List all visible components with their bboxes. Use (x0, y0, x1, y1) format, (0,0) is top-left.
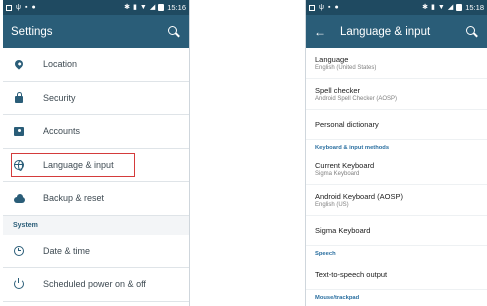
wifi-icon: ▼ (139, 4, 147, 11)
settings-item-accounts[interactable]: Accounts (3, 115, 189, 149)
signal-icon: ◢ (447, 4, 454, 11)
pref-item-language[interactable]: Language English (United States) (306, 48, 487, 79)
pref-item-android-keyboard[interactable]: Android Keyboard (AOSP) English (US) (306, 185, 487, 216)
settings-item-backup-reset[interactable]: Backup & reset (3, 182, 189, 216)
notification-icon (309, 4, 315, 11)
app-bar: ← Language & input (306, 15, 487, 48)
battery-icon (456, 4, 463, 11)
settings-item-label: Date & time (43, 245, 91, 256)
pref-item-personal-dictionary[interactable]: Personal dictionary (306, 110, 487, 140)
back-arrow-icon[interactable]: ← (314, 25, 326, 39)
usb-icon: ψ (16, 4, 21, 11)
page-title: Language & input (340, 25, 431, 38)
pref-title: Current Keyboard (315, 161, 375, 170)
signal-icon: ◢ (149, 4, 156, 11)
location-icon (13, 58, 25, 70)
pref-title: Android Keyboard (AOSP) (315, 192, 403, 201)
accounts-icon (13, 125, 25, 137)
pref-item-spell-checker[interactable]: Spell checker Android Spell Checker (AOS… (306, 79, 487, 110)
highlight-box (11, 152, 135, 177)
cloud-icon (13, 192, 25, 204)
vibrate-icon: ▮ (133, 4, 137, 11)
section-header-mouse: Mouse/trackpad (315, 295, 360, 301)
pref-subtitle: English (United States) (315, 65, 377, 71)
status-bar: ψ ▪ ● ✱ ▮ ▼ ◢ 15:16 (3, 0, 189, 15)
app-bar: Settings (3, 15, 189, 48)
clock-icon (13, 245, 25, 257)
lock-notification-icon: ▪ (25, 4, 28, 11)
battery-icon (158, 4, 165, 11)
section-header-speech: Speech (315, 251, 336, 257)
settings-item-label: Accounts (43, 126, 81, 137)
status-bar: ψ ▪ ● ✱ ▮ ▼ ◢ 15:18 (306, 0, 487, 15)
status-time: 15:16 (167, 3, 186, 12)
language-input-screen: ψ ▪ ● ✱ ▮ ▼ ◢ 15:18 ← Language & input L… (305, 0, 487, 306)
settings-item-language-input[interactable]: Language & input (3, 149, 189, 182)
pref-subtitle: Android Spell Checker (AOSP) (315, 96, 398, 102)
settings-item-scheduled-power[interactable]: Scheduled power on & off (3, 268, 189, 302)
bluetooth-icon: ✱ (422, 4, 429, 11)
notification-icon (6, 4, 12, 11)
bluetooth-icon: ✱ (124, 4, 131, 11)
settings-screen: ψ ▪ ● ✱ ▮ ▼ ◢ 15:16 Settings Location Se… (3, 0, 190, 306)
lock-notification-icon: ▪ (328, 4, 331, 11)
pref-title: Spell checker (315, 86, 361, 95)
usb-icon: ψ (319, 4, 324, 11)
pin-notification-icon: ● (334, 4, 339, 11)
pref-title: Personal dictionary (315, 120, 379, 129)
pref-item-sigma-keyboard[interactable]: Sigma Keyboard (306, 216, 487, 246)
settings-item-label: Scheduled power on & off (43, 279, 146, 290)
pref-title: Language (315, 55, 349, 64)
pref-title: Sigma Keyboard (315, 226, 371, 235)
section-header-keyboard: Keyboard & input methods (315, 145, 390, 151)
settings-item-label: Backup & reset (43, 193, 105, 204)
section-header-system: System (3, 215, 189, 235)
settings-item-label: Location (43, 59, 78, 70)
pref-subtitle: Sigma Keyboard (315, 171, 360, 177)
settings-item-security[interactable]: Security (3, 82, 189, 115)
power-icon (13, 278, 25, 290)
settings-item-label: Security (43, 92, 76, 103)
pref-item-current-keyboard[interactable]: Current Keyboard Sigma Keyboard (306, 154, 487, 185)
pin-notification-icon: ● (31, 4, 36, 11)
pref-subtitle: English (US) (315, 202, 349, 208)
pref-title: Text-to-speech output (315, 270, 388, 279)
lock-icon (13, 91, 25, 104)
settings-item-date-time[interactable]: Date & time (3, 235, 189, 268)
search-icon[interactable] (465, 25, 479, 39)
wifi-icon: ▼ (437, 4, 445, 11)
search-icon[interactable] (167, 25, 181, 39)
vibrate-icon: ▮ (431, 4, 435, 11)
status-time: 15:18 (465, 3, 484, 12)
page-title: Settings (11, 25, 53, 38)
pref-item-tts-output[interactable]: Text-to-speech output (306, 260, 487, 290)
settings-item-location[interactable]: Location (3, 48, 189, 82)
